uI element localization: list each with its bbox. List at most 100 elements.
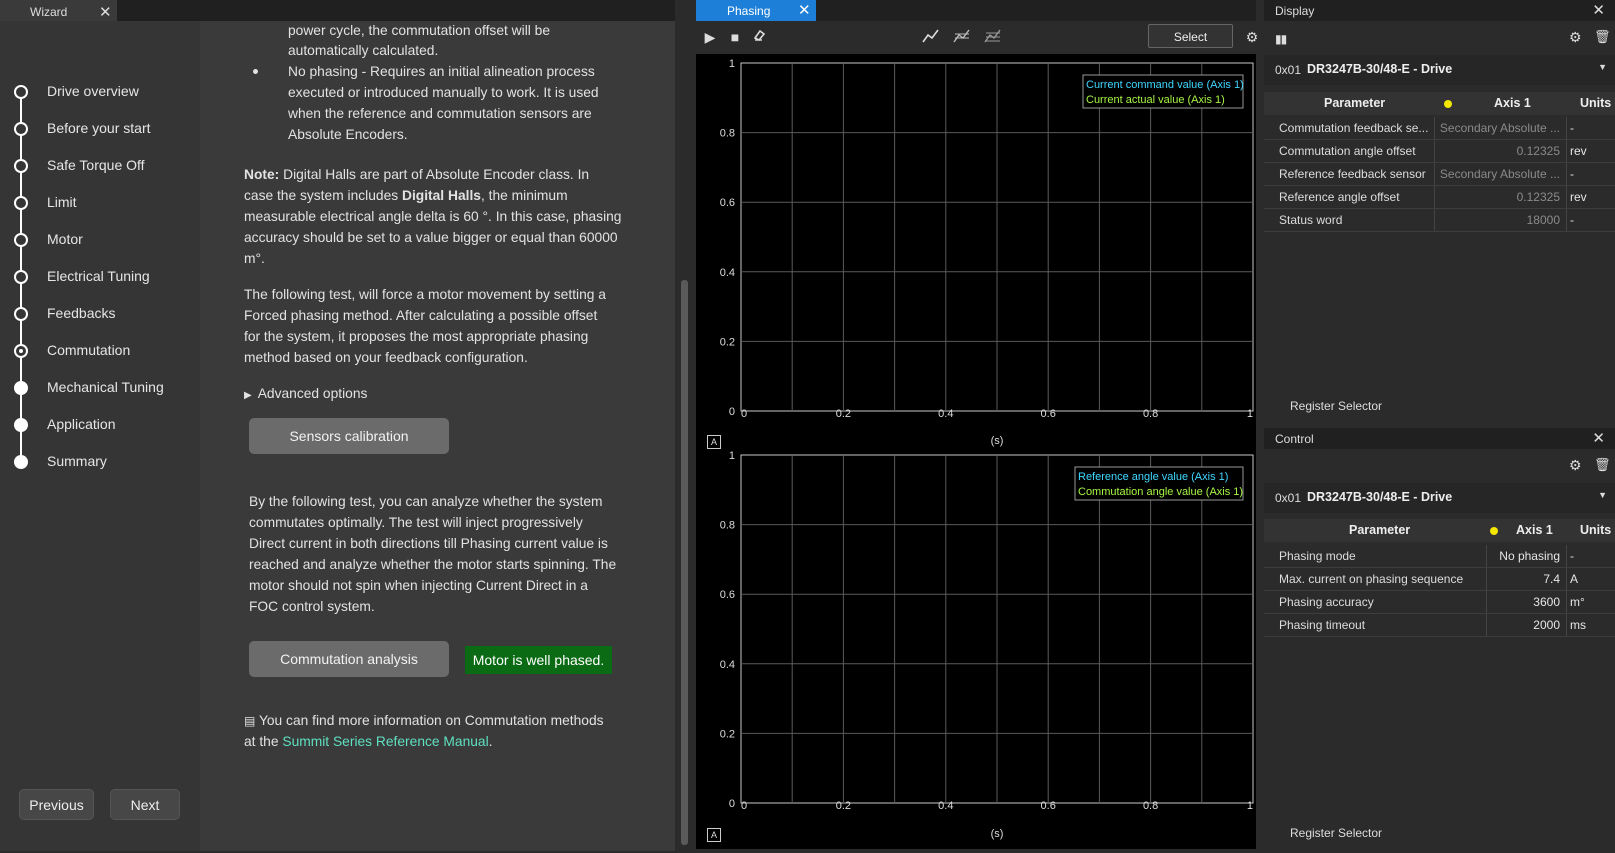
parameter-unit: m° <box>1570 595 1585 609</box>
display-title: Display <box>1275 4 1315 18</box>
parameter-unit: - <box>1570 121 1574 135</box>
x-tick-label: 0 <box>741 800 747 812</box>
legend-entry: Current actual value (Axis 1) <box>1086 94 1225 106</box>
parameter-value: 0.12325 <box>1516 144 1560 158</box>
display-table-row: Reference feedback sensor Secondary Absol… <box>1264 163 1615 186</box>
control-drive-id: 0x01 <box>1275 491 1302 505</box>
parameter-unit: - <box>1570 213 1574 227</box>
display-trash-icon[interactable]: 🗑 <box>1594 29 1611 45</box>
legend-entry: Reference angle value (Axis 1) <box>1078 471 1228 483</box>
column-divider <box>1566 614 1567 636</box>
parameter-name: Reference feedback sensor <box>1279 167 1426 181</box>
x-tick-label: 0.6 <box>1041 800 1056 812</box>
y-tick-label: 0.6 <box>720 197 735 209</box>
parameter-value[interactable]: 3600 <box>1533 595 1560 609</box>
y-tick-label: 0.4 <box>720 659 735 671</box>
display-table-row: Status word 18000- <box>1264 209 1615 232</box>
x-tick-label: 0.8 <box>1143 800 1158 812</box>
parameter-name: Commutation feedback se... <box>1279 121 1429 135</box>
parameter-value: Secondary Absolute ... <box>1439 167 1560 181</box>
parameter-unit: - <box>1570 549 1574 563</box>
display-table-row: Commutation angle offset 0.12325 rev <box>1264 140 1615 163</box>
column-divider <box>1486 591 1487 613</box>
autoscale-button-bottom[interactable]: A <box>707 828 721 842</box>
y-tick-label: 0 <box>729 406 735 418</box>
x-tick-label: 0.2 <box>836 800 851 812</box>
control-trash-icon[interactable]: 🗑 <box>1594 457 1611 473</box>
parameter-name: Max. current on phasing sequence <box>1279 572 1464 586</box>
control-table-row: Phasing accuracy 3600 m° <box>1264 591 1615 614</box>
chart-1: 0 0.2 0.4 0.6 0.8 1 0 0.2 0.4 0.6 0.8 1 (s) Reference… <box>720 450 1254 840</box>
control-table-header: Parameter Axis 1 Units <box>1264 519 1615 542</box>
axis-status-dot <box>1490 527 1498 535</box>
x-tick-label: 1 <box>1247 800 1253 812</box>
y-tick-label: 0.4 <box>720 267 735 279</box>
control-table-row: Phasing mode No phasing - <box>1264 545 1615 568</box>
x-axis-label: (s) <box>991 828 1004 840</box>
parameter-value: 0.12325 <box>1516 190 1560 204</box>
display-header: Display ✕ <box>1264 0 1615 21</box>
display-gear-icon[interactable]: ⚙ <box>1569 29 1582 46</box>
x-tick-label: 0.2 <box>836 408 851 420</box>
parameter-unit: A <box>1570 572 1579 586</box>
column-divider <box>1566 117 1567 139</box>
parameter-name: Status word <box>1279 213 1343 227</box>
column-divider <box>1566 209 1567 231</box>
parameter-name: Reference angle offset <box>1279 190 1400 204</box>
control-table-row: Max. current on phasing sequence 7.4 A <box>1264 568 1615 591</box>
y-tick-label: 0.2 <box>720 336 735 348</box>
column-divider <box>1566 163 1567 185</box>
column-divider <box>1486 614 1487 636</box>
column-divider <box>1486 568 1487 590</box>
parameter-value: Secondary Absolute ... <box>1439 121 1560 135</box>
y-tick-label: 0.8 <box>720 520 735 532</box>
column-divider <box>1566 568 1567 590</box>
control-col-axis: Axis 1 <box>1516 523 1553 537</box>
pause-icon[interactable]: ▮▮ <box>1275 32 1287 46</box>
display-drive-selector[interactable]: 0x01 DR3247B-30/48-E - Drive ▼ <box>1264 55 1615 85</box>
parameter-value: 18000 <box>1526 213 1560 227</box>
control-gear-icon[interactable]: ⚙ <box>1569 457 1582 474</box>
display-register-selector[interactable]: Register Selector <box>1290 399 1382 413</box>
column-divider <box>1566 545 1567 567</box>
display-table-row: Commutation feedback se... Secondary Abso… <box>1264 117 1615 140</box>
parameter-unit: - <box>1570 167 1574 181</box>
x-tick-label: 0.6 <box>1041 408 1056 420</box>
y-tick-label: 1 <box>729 58 735 70</box>
x-tick-label: 0 <box>741 408 747 420</box>
autoscale-button-top[interactable]: A <box>707 435 721 449</box>
control-header: Control ✕ <box>1264 428 1615 449</box>
axis-status-dot <box>1444 100 1452 108</box>
y-tick-label: 0.2 <box>720 728 735 740</box>
parameter-name: Phasing mode <box>1279 549 1356 563</box>
parameter-value[interactable]: 7.4 <box>1543 572 1560 586</box>
display-table-row: Reference angle offset 0.12325 rev <box>1264 186 1615 209</box>
parameter-value[interactable]: 2000 <box>1533 618 1560 632</box>
parameter-unit: rev <box>1570 144 1587 158</box>
display-drive-name: DR3247B-30/48-E - Drive <box>1307 62 1453 76</box>
column-divider <box>1434 186 1435 208</box>
y-tick-label: 1 <box>729 450 735 462</box>
parameter-value[interactable]: No phasing <box>1499 549 1560 563</box>
legend-entry: Commutation angle value (Axis 1) <box>1078 486 1243 498</box>
y-tick-label: 0.8 <box>720 128 735 140</box>
chevron-down-icon: ▼ <box>1598 490 1607 500</box>
display-drive-id: 0x01 <box>1275 63 1302 77</box>
column-divider <box>1486 545 1487 567</box>
close-control-icon[interactable]: ✕ <box>1592 429 1605 447</box>
close-display-icon[interactable]: ✕ <box>1592 1 1605 19</box>
y-tick-label: 0.6 <box>720 589 735 601</box>
x-axis-label: (s) <box>991 435 1004 447</box>
chevron-down-icon: ▼ <box>1598 62 1607 72</box>
column-divider <box>1434 117 1435 139</box>
parameter-unit: ms <box>1570 618 1586 632</box>
control-drive-selector[interactable]: 0x01 DR3247B-30/48-E - Drive ▼ <box>1264 483 1615 513</box>
display-col-units: Units <box>1580 96 1612 110</box>
x-tick-label: 0.4 <box>938 800 953 812</box>
y-tick-label: 0 <box>729 798 735 810</box>
control-register-selector[interactable]: Register Selector <box>1290 826 1382 840</box>
column-divider <box>1566 591 1567 613</box>
parameter-name: Commutation angle offset <box>1279 144 1416 158</box>
parameter-name: Phasing accuracy <box>1279 595 1374 609</box>
display-col-parameter: Parameter <box>1324 96 1386 110</box>
